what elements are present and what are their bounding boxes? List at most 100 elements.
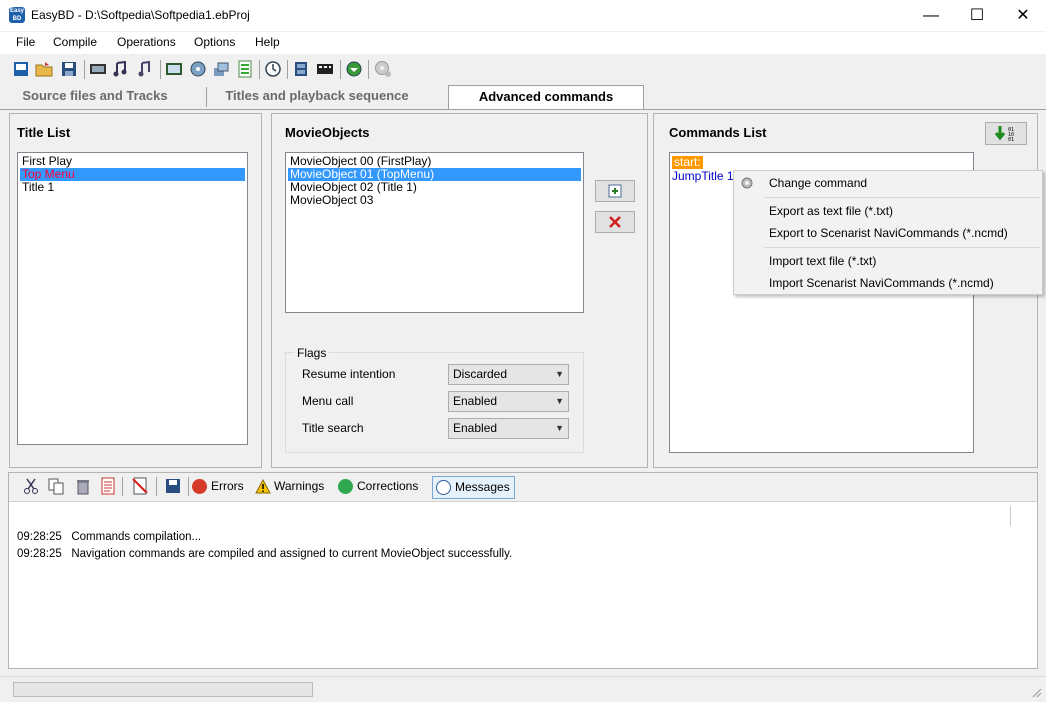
log-time: 09:28:25 <box>17 531 62 543</box>
messages-toolbar <box>9 473 1037 502</box>
clock-icon[interactable] <box>264 60 282 78</box>
info-icon <box>436 480 451 495</box>
delete-icon <box>609 216 621 228</box>
toolbar-separator <box>122 477 123 496</box>
toolbar-separator <box>368 60 369 79</box>
menu-compile[interactable]: Compile <box>53 35 97 49</box>
flags-label: Flags <box>294 346 330 360</box>
globe-icon[interactable] <box>345 60 363 78</box>
log-divider <box>1010 506 1011 526</box>
title-search-label: Title search <box>302 421 364 435</box>
correction-icon <box>338 479 353 494</box>
error-icon <box>192 479 207 494</box>
arrow-down-binary-icon: 011001 <box>994 126 1014 143</box>
svg-text:01: 01 <box>1008 137 1014 143</box>
tab-errors[interactable]: Errors <box>189 476 248 499</box>
command-line[interactable]: JumpTitle 1 <box>672 170 734 183</box>
title-list-heading: Title List <box>17 125 71 140</box>
tab-advanced-commands[interactable]: Advanced commands <box>448 85 644 109</box>
tab-warnings[interactable]: Warnings <box>252 476 328 499</box>
title-search-select[interactable]: Enabled ▼ <box>448 418 569 439</box>
gear-icon <box>741 177 753 189</box>
title-bar: Easy BD EasyBD - D:\Softpedia\Softpedia1… <box>0 0 1046 31</box>
menu-call-value: Enabled <box>453 394 498 408</box>
toolbar-separator <box>259 60 260 79</box>
copy-icon[interactable] <box>47 477 65 495</box>
resize-grip-icon[interactable] <box>1030 686 1042 698</box>
tab-messages[interactable]: Messages <box>432 476 515 499</box>
compile-icon[interactable] <box>292 60 310 78</box>
playlist-icon[interactable] <box>165 60 183 78</box>
compile-commands-button[interactable]: 01 10 01 <box>985 122 1027 145</box>
resume-intention-value: Discarded <box>453 367 508 381</box>
menu-call-select[interactable]: Enabled ▼ <box>448 391 569 412</box>
open-folder-icon[interactable] <box>35 60 53 78</box>
chevron-down-icon: ▼ <box>555 369 564 379</box>
list-item[interactable]: Title 1 <box>20 181 245 194</box>
clear-document-icon[interactable] <box>131 477 149 495</box>
disc-icon[interactable] <box>189 60 207 78</box>
subtitle-track-icon[interactable] <box>136 60 154 78</box>
tab-divider <box>206 87 207 107</box>
movie-objects-heading: MovieObjects <box>285 125 370 140</box>
log-text: Navigation commands are compiled and ass… <box>71 548 513 560</box>
delete-movieobject-button[interactable] <box>595 211 635 233</box>
title-list-box[interactable]: First Play Top Menu Title 1 <box>17 152 248 445</box>
chapter-icon[interactable] <box>212 60 230 78</box>
log-time: 09:28:25 <box>17 548 62 560</box>
movie-objects-list[interactable]: MovieObject 00 (FirstPlay) MovieObject 0… <box>285 152 584 313</box>
cut-icon[interactable] <box>22 477 40 495</box>
tab-baseline <box>0 109 1046 110</box>
log-line: 09:28:25 Commands compilation... <box>17 531 201 543</box>
burn-disc-icon[interactable] <box>374 60 392 78</box>
save-log-icon[interactable] <box>164 477 182 495</box>
menu-options[interactable]: Options <box>194 35 235 49</box>
close-button[interactable]: ✕ <box>1000 0 1046 31</box>
menu-operations[interactable]: Operations <box>117 35 176 49</box>
warning-icon <box>255 479 271 494</box>
menu-call-label: Menu call <box>302 394 354 408</box>
progress-bar <box>13 682 313 697</box>
trash-icon[interactable] <box>74 477 92 495</box>
menu-item-import-txt[interactable]: Import text file (*.txt) <box>769 254 876 268</box>
video-track-icon[interactable] <box>89 60 107 78</box>
document-icon[interactable] <box>99 477 117 495</box>
save-icon[interactable] <box>60 60 78 78</box>
toolbar-separator <box>156 477 157 496</box>
commands-heading: Commands List <box>669 125 767 140</box>
minimize-button[interactable]: — <box>908 0 954 31</box>
title-search-value: Enabled <box>453 421 498 435</box>
menu-item-export-txt[interactable]: Export as text file (*.txt) <box>769 204 893 218</box>
resume-intention-select[interactable]: Discarded ▼ <box>448 364 569 385</box>
menu-bar: File Compile Operations Options Help <box>0 32 1046 54</box>
list-item[interactable]: MovieObject 03 <box>288 194 581 207</box>
add-movieobject-button[interactable] <box>595 180 635 202</box>
context-menu: Change command Export as text file (*.tx… <box>733 170 1043 295</box>
menu-separator <box>764 247 1040 248</box>
log-text: Commands compilation... <box>71 531 202 543</box>
tab-errors-label: Errors <box>211 479 244 493</box>
new-project-icon[interactable] <box>12 60 30 78</box>
tab-source-files[interactable]: Source files and Tracks <box>4 85 186 109</box>
audio-track-icon[interactable] <box>112 60 130 78</box>
tab-messages-label: Messages <box>455 480 510 494</box>
toolbar <box>0 56 1046 83</box>
build-film-icon[interactable] <box>316 60 334 78</box>
command-label-start[interactable]: start: <box>672 156 703 169</box>
menu-item-import-ncmd[interactable]: Import Scenarist NaviCommands (*.ncmd) <box>769 276 994 290</box>
tab-corrections[interactable]: Corrections <box>335 476 422 499</box>
tab-titles-playback[interactable]: Titles and playback sequence <box>208 85 426 109</box>
tab-corrections-label: Corrections <box>357 479 419 493</box>
menu-file[interactable]: File <box>16 35 35 49</box>
window-title: EasyBD - D:\Softpedia\Softpedia1.ebProj <box>31 8 250 22</box>
maximize-button[interactable]: ☐ <box>954 0 1000 31</box>
resume-intention-label: Resume intention <box>302 367 396 381</box>
menu-help[interactable]: Help <box>255 35 280 49</box>
log-line: 09:28:25 Navigation commands are compile… <box>17 548 512 560</box>
tab-warnings-label: Warnings <box>274 479 325 493</box>
menu-item-export-ncmd[interactable]: Export to Scenarist NaviCommands (*.ncmd… <box>769 226 1008 240</box>
list-icon[interactable] <box>236 60 254 78</box>
menu-item-change-command[interactable]: Change command <box>769 176 867 190</box>
toolbar-separator <box>160 60 161 79</box>
toolbar-separator <box>84 60 85 79</box>
